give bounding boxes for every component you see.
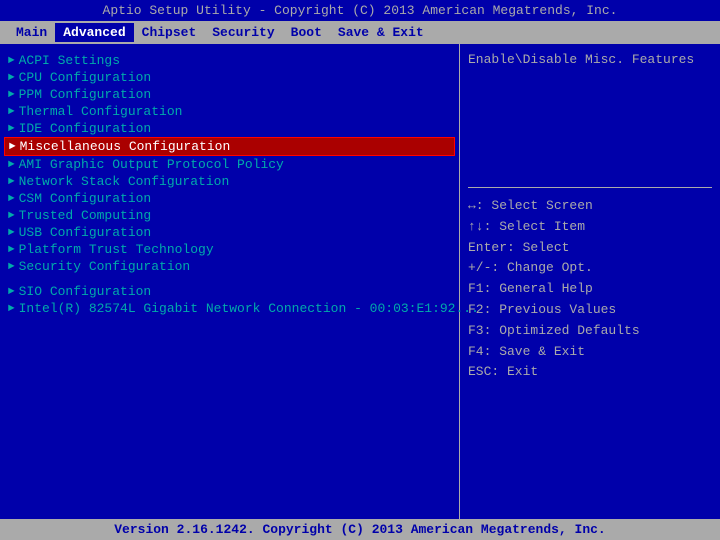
entry-ide-config[interactable]: ► IDE Configuration <box>4 120 455 137</box>
entry-sio-config[interactable]: ► SIO Configuration <box>4 283 455 300</box>
help-f2: F2: Previous Values <box>468 300 712 321</box>
entry-thermal-config[interactable]: ► Thermal Configuration <box>4 103 455 120</box>
help-select-screen: ↔: Select Screen <box>468 196 712 217</box>
entry-trusted-computing[interactable]: ► Trusted Computing <box>4 207 455 224</box>
arrow-icon: ► <box>8 55 15 67</box>
entry-usb-config[interactable]: ► USB Configuration <box>4 224 455 241</box>
entry-network-stack[interactable]: ► Network Stack Configuration <box>4 173 455 190</box>
arrow-icon: ► <box>8 286 15 298</box>
menu-advanced[interactable]: Advanced <box>55 23 133 42</box>
arrow-icon: ► <box>8 227 15 239</box>
main-content: ► ACPI Settings ► CPU Configuration ► PP… <box>0 44 720 524</box>
arrow-icon: ► <box>8 106 15 118</box>
help-select-item: ↑↓: Select Item <box>468 217 712 238</box>
title-text: Aptio Setup Utility - Copyright (C) 2013… <box>103 3 618 18</box>
help-esc: ESC: Exit <box>468 362 712 383</box>
menu-main[interactable]: Main <box>8 23 55 42</box>
entry-ami-graphic[interactable]: ► AMI Graphic Output Protocol Policy <box>4 156 455 173</box>
arrow-icon: ► <box>8 261 15 273</box>
arrow-icon: ► <box>8 210 15 222</box>
arrow-icon: ► <box>8 303 15 315</box>
entry-intel-nic[interactable]: ► Intel(R) 82574L Gigabit Network Connec… <box>4 300 455 317</box>
arrow-icon: ► <box>8 244 15 256</box>
right-panel: Enable\Disable Misc. Features ↔: Select … <box>460 44 720 524</box>
title-bar: Aptio Setup Utility - Copyright (C) 2013… <box>0 0 720 21</box>
menu-boot[interactable]: Boot <box>283 23 330 42</box>
help-change-opt: +/-: Change Opt. <box>468 258 712 279</box>
separator <box>4 275 455 283</box>
arrow-icon: ► <box>8 72 15 84</box>
help-f3: F3: Optimized Defaults <box>468 321 712 342</box>
menu-bar: Main Advanced Chipset Security Boot Save… <box>0 21 720 44</box>
left-panel: ► ACPI Settings ► CPU Configuration ► PP… <box>0 44 460 524</box>
help-f4: F4: Save & Exit <box>468 342 712 363</box>
entry-acpi-settings[interactable]: ► ACPI Settings <box>4 52 455 69</box>
help-text: ↔: Select Screen ↑↓: Select Item Enter: … <box>468 196 712 383</box>
arrow-icon: ► <box>8 193 15 205</box>
arrow-icon: ► <box>8 89 15 101</box>
panel-description: Enable\Disable Misc. Features <box>468 52 712 67</box>
help-f1: F1: General Help <box>468 279 712 300</box>
help-divider <box>468 187 712 188</box>
entry-security-config[interactable]: ► Security Configuration <box>4 258 455 275</box>
status-bar: Version 2.16.1242. Copyright (C) 2013 Am… <box>0 519 720 540</box>
menu-chipset[interactable]: Chipset <box>134 23 205 42</box>
status-text: Version 2.16.1242. Copyright (C) 2013 Am… <box>114 522 605 537</box>
menu-save-exit[interactable]: Save & Exit <box>330 23 432 42</box>
entry-misc-config[interactable]: ► Miscellaneous Configuration <box>4 137 455 156</box>
entry-platform-trust[interactable]: ► Platform Trust Technology <box>4 241 455 258</box>
arrow-icon: ► <box>9 141 16 153</box>
arrow-icon: ► <box>8 123 15 135</box>
menu-security[interactable]: Security <box>204 23 282 42</box>
entry-cpu-config[interactable]: ► CPU Configuration <box>4 69 455 86</box>
arrow-icon: ► <box>8 176 15 188</box>
arrow-icon: ► <box>8 159 15 171</box>
help-enter: Enter: Select <box>468 238 712 259</box>
entry-ppm-config[interactable]: ► PPM Configuration <box>4 86 455 103</box>
entry-csm-config[interactable]: ► CSM Configuration <box>4 190 455 207</box>
